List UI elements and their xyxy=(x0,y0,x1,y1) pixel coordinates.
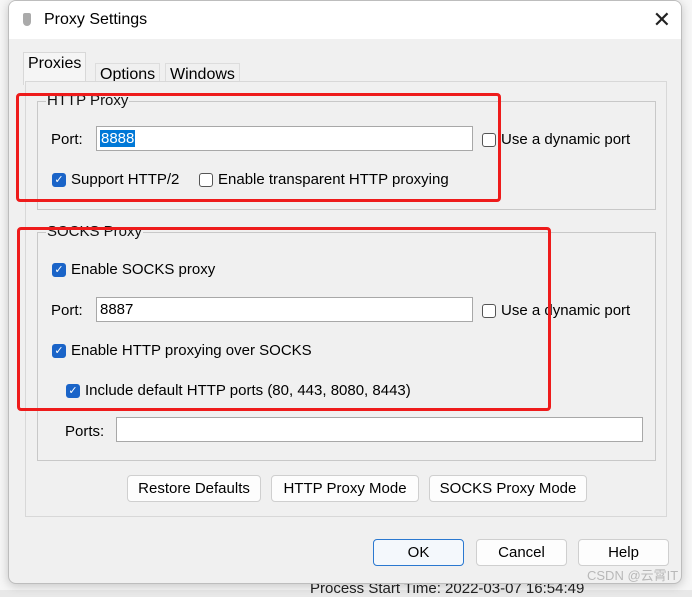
http-port-value: 8888 xyxy=(100,130,136,147)
close-icon[interactable]: ✕ xyxy=(653,7,671,33)
socks-dynamic-port-checkbox[interactable]: Use a dynamic port xyxy=(482,302,630,319)
ok-button[interactable]: OK xyxy=(373,539,464,566)
socks-port-label: Port: xyxy=(51,302,83,319)
socks-proxy-group-label: SOCKS Proxy xyxy=(46,223,144,240)
http-over-socks-label: Enable HTTP proxying over SOCKS xyxy=(71,342,312,359)
enable-socks-checkbox[interactable]: ✓ Enable SOCKS proxy xyxy=(52,261,215,278)
restore-defaults-button[interactable]: Restore Defaults xyxy=(127,475,261,502)
support-http2-label: Support HTTP/2 xyxy=(71,171,180,188)
http-proxy-mode-button[interactable]: HTTP Proxy Mode xyxy=(271,475,419,502)
http-dynamic-port-label: Use a dynamic port xyxy=(501,131,631,148)
http-port-label: Port: xyxy=(51,131,83,148)
proxies-panel: HTTP Proxy Port: 8888 Use a dynamic port… xyxy=(25,81,667,517)
support-http2-checkbox[interactable]: ✓ Support HTTP/2 xyxy=(52,171,179,188)
cancel-button[interactable]: Cancel xyxy=(476,539,567,566)
http-dynamic-port-checkbox[interactable]: Use a dynamic port xyxy=(482,131,630,148)
ports-label: Ports: xyxy=(65,423,105,440)
socks-proxy-mode-button[interactable]: SOCKS Proxy Mode xyxy=(429,475,587,502)
ports-input[interactable] xyxy=(116,417,643,442)
http-proxy-group-label: HTTP Proxy xyxy=(46,92,130,109)
transparent-proxying-checkbox[interactable]: Enable transparent HTTP proxying xyxy=(199,171,449,188)
proxy-settings-dialog: Proxy Settings ✕ Proxies Options Windows… xyxy=(8,0,682,584)
default-ports-checkbox[interactable]: ✓ Include default HTTP ports (80, 443, 80… xyxy=(66,382,411,399)
window-title: Proxy Settings xyxy=(44,11,148,28)
http-over-socks-checkbox[interactable]: ✓ Enable HTTP proxying over SOCKS xyxy=(52,342,312,359)
watermark: CSDN @云霄IT xyxy=(587,568,679,583)
app-icon xyxy=(23,13,31,26)
title-bar: Proxy Settings ✕ xyxy=(9,1,681,39)
transparent-proxying-label: Enable transparent HTTP proxying xyxy=(218,171,449,188)
default-ports-label: Include default HTTP ports (80, 443, 808… xyxy=(85,382,411,399)
socks-port-input[interactable]: 8887 xyxy=(96,297,473,322)
socks-dynamic-port-label: Use a dynamic port xyxy=(501,302,631,319)
enable-socks-label: Enable SOCKS proxy xyxy=(71,261,216,278)
help-button[interactable]: Help xyxy=(578,539,669,566)
http-port-input[interactable]: 8888 xyxy=(96,126,473,151)
http-proxy-group: HTTP Proxy Port: 8888 Use a dynamic port… xyxy=(37,92,656,210)
socks-proxy-group: SOCKS Proxy ✓ Enable SOCKS proxy Port: 88… xyxy=(37,223,656,461)
